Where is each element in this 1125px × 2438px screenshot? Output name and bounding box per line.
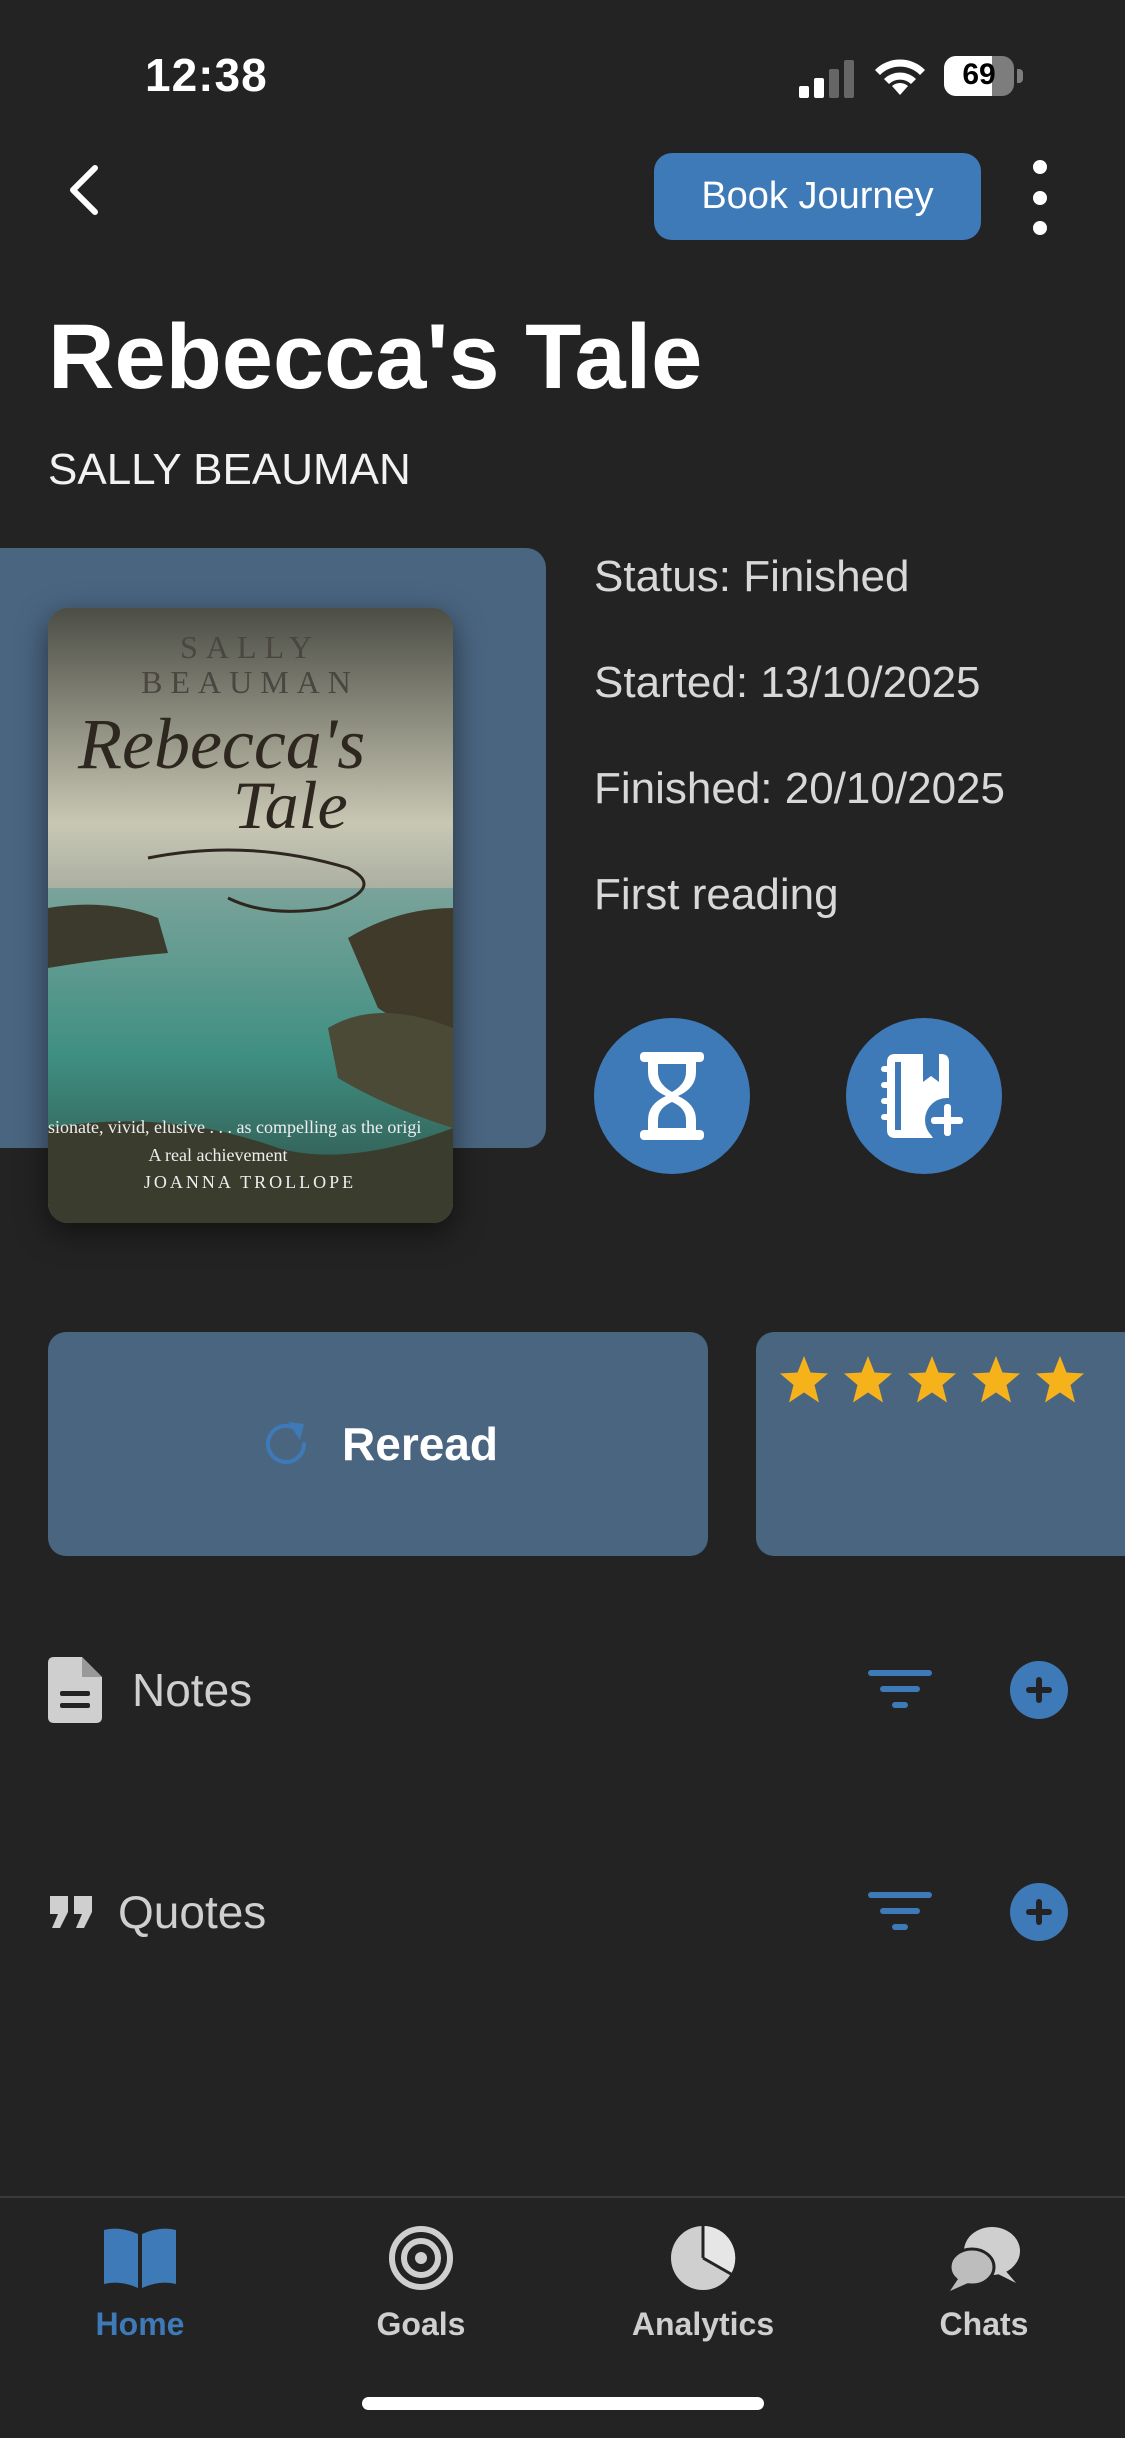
notes-section-header: Notes <box>48 1645 1078 1735</box>
rating-card <box>756 1332 1125 1556</box>
cellular-signal-icon <box>799 60 854 98</box>
cover-blurb: sionate, vivid, elusive . . . as compell… <box>48 1117 421 1137</box>
document-icon <box>48 1657 102 1723</box>
plus-icon <box>1026 1899 1052 1925</box>
book-author: SALLY BEAUMAN <box>48 445 411 494</box>
pie-chart-icon <box>671 2225 736 2290</box>
book-cover: SALLY BEAUMAN Rebecca's Tale sionate, vi… <box>48 608 453 1223</box>
notes-filter-icon[interactable] <box>860 1660 940 1720</box>
cover-author-line1: SALLY <box>180 629 320 665</box>
tab-home-label: Home <box>95 2306 185 2342</box>
home-indicator <box>362 2397 764 2410</box>
cover-author-line2: BEAUMAN <box>141 664 359 700</box>
star-icon[interactable] <box>970 1354 1022 1406</box>
add-note-button[interactable] <box>1010 1661 1068 1719</box>
battery-icon: 69 <box>944 56 1024 96</box>
started-date: Started: 13/10/2025 <box>594 658 981 707</box>
star-icon[interactable] <box>906 1354 958 1406</box>
add-quote-button[interactable] <box>1010 1883 1068 1941</box>
wifi-icon <box>875 59 925 95</box>
book-title: Rebecca's Tale <box>48 306 703 408</box>
status-time: 12:38 <box>145 49 268 101</box>
reread-label: Reread <box>342 1418 498 1470</box>
reading-count: First reading <box>594 870 839 919</box>
dot-icon <box>1033 160 1047 174</box>
dot-icon <box>1033 221 1047 235</box>
tab-chats[interactable]: Chats <box>884 2218 1084 2368</box>
quote-icon <box>50 1896 92 1928</box>
tab-analytics[interactable]: Analytics <box>603 2218 803 2368</box>
quotes-section-header: Quotes <box>48 1867 1078 1957</box>
star-icon[interactable] <box>778 1354 830 1406</box>
notes-label: Notes <box>132 1664 253 1716</box>
quotes-label: Quotes <box>118 1886 267 1938</box>
plus-icon <box>1026 1677 1052 1703</box>
star-icon[interactable] <box>1034 1354 1086 1406</box>
quotes-filter-icon[interactable] <box>860 1882 940 1942</box>
book-journey-button[interactable]: Book Journey <box>654 153 981 240</box>
more-options-button[interactable] <box>1020 160 1060 235</box>
target-icon <box>389 2226 453 2290</box>
back-button[interactable] <box>50 150 120 230</box>
status-text: Status: Finished <box>594 552 910 601</box>
cover-title-line2: Tale <box>233 767 348 843</box>
chevron-left-icon <box>70 165 98 215</box>
tab-home[interactable]: Home <box>40 2218 240 2368</box>
add-journal-entry-button[interactable] <box>846 1018 1002 1174</box>
refresh-icon <box>266 1422 307 1464</box>
reading-timer-button[interactable] <box>594 1018 750 1174</box>
tab-chats-label: Chats <box>939 2306 1029 2342</box>
star-icon[interactable] <box>842 1354 894 1406</box>
tab-analytics-label: Analytics <box>631 2306 775 2342</box>
journal-add-icon <box>881 1054 969 1142</box>
battery-percent: 69 <box>962 58 996 91</box>
hourglass-icon <box>640 1052 704 1140</box>
finished-date: Finished: 20/10/2025 <box>594 764 1005 813</box>
star-rating <box>778 1354 1086 1406</box>
chat-bubbles-icon <box>948 2227 1020 2291</box>
cover-endorser: JOANNA TROLLOPE <box>144 1172 356 1192</box>
cover-blurb-2: A real achievement <box>149 1145 288 1165</box>
book-open-icon <box>104 2228 176 2288</box>
dot-icon <box>1033 190 1047 205</box>
tab-goals-label: Goals <box>376 2306 466 2342</box>
tab-goals[interactable]: Goals <box>321 2218 521 2368</box>
reread-button[interactable]: Reread <box>48 1332 708 1556</box>
